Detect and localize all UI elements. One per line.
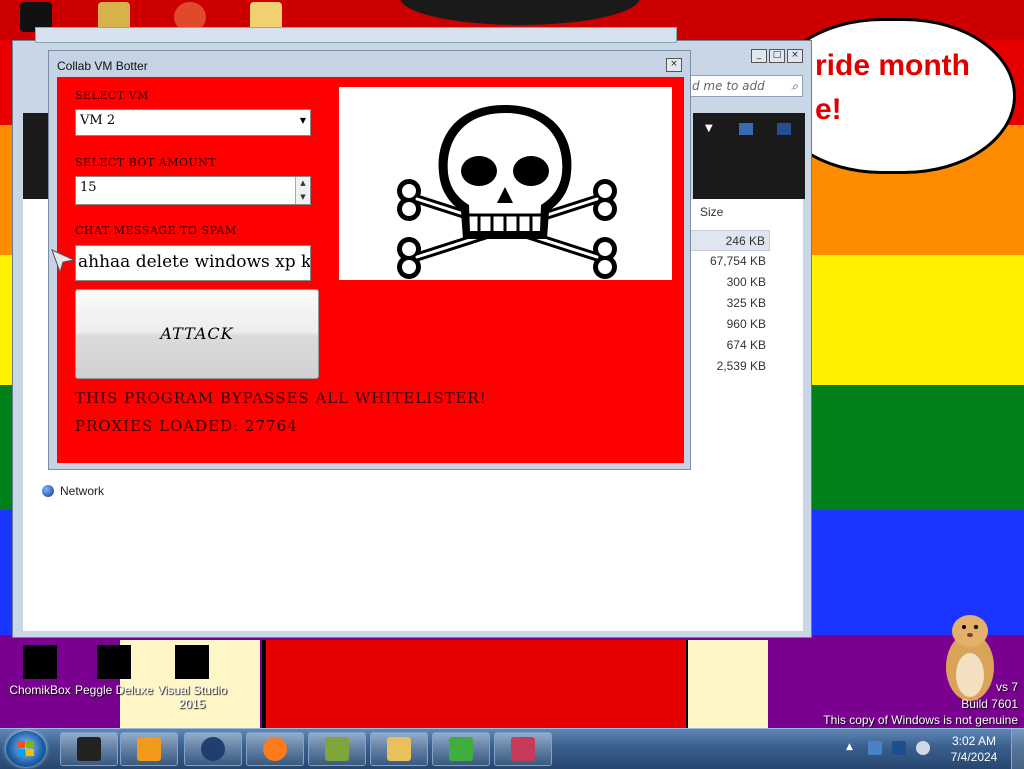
windows-flag-icon — [17, 741, 34, 756]
close-button[interactable]: × — [787, 49, 803, 63]
chomikbox-icon — [325, 737, 349, 761]
botter-window[interactable]: Collab VM Botter × SELECT VM VM 2 ▼ SELE… — [48, 50, 691, 470]
chomikbox-icon — [23, 645, 57, 679]
bot-amount-value: 15 — [80, 180, 97, 195]
tray-app-icon[interactable] — [868, 741, 882, 755]
peggle-icon — [97, 645, 131, 679]
column-header-size[interactable]: Size — [700, 205, 723, 219]
desktop-icon-chomikbox[interactable]: ChomikBox — [0, 645, 80, 697]
desktop-icon-label: Peggle Deluxe — [74, 683, 154, 697]
select-vm-label: SELECT VM — [75, 89, 149, 102]
list-item-size[interactable]: 300 KB — [690, 272, 770, 293]
search-icon[interactable]: ⌕ — [791, 79, 798, 94]
watermark-edition: vs 7 — [995, 680, 1018, 694]
visual-studio-icon — [175, 645, 209, 679]
firefox-icon — [263, 737, 287, 761]
search-placeholder: d me to add — [692, 79, 765, 93]
taskbar-button-5[interactable] — [308, 732, 366, 766]
network-tray-icon[interactable] — [892, 741, 906, 755]
taskbar-button-1[interactable] — [60, 732, 118, 766]
taskbar-button-7[interactable] — [432, 732, 490, 766]
chevron-down-icon[interactable]: ▼ — [300, 116, 306, 125]
close-button[interactable]: × — [666, 58, 682, 72]
globe-icon — [201, 737, 225, 761]
taskbar-button-2[interactable] — [120, 732, 178, 766]
view-icon[interactable] — [739, 123, 753, 135]
wallpaper-red-figure — [262, 640, 690, 730]
taskbar: ▲ 3:02 AM 7/4/2024 — [0, 728, 1024, 769]
preview-pane-icon[interactable] — [777, 123, 791, 135]
list-item-size[interactable]: 960 KB — [690, 314, 770, 335]
bypass-text: THIS PROGRAM BYPASSES ALL WHITELISTER! — [75, 389, 487, 407]
chat-message-input[interactable]: ahhaa delete windows xp kill — [75, 245, 311, 281]
taskbar-button-3[interactable] — [184, 732, 242, 766]
skull-image-panel — [339, 87, 672, 280]
attack-button[interactable]: ATTACK — [75, 289, 319, 379]
folder-icon — [387, 737, 411, 761]
list-item-size[interactable]: 2,539 KB — [690, 356, 770, 377]
watermark-build: Build 7601 — [961, 697, 1018, 711]
list-item-size[interactable]: 67,754 KB — [690, 251, 770, 272]
chevron-down-icon[interactable]: ▼ — [705, 123, 713, 134]
explorer-back-titlebar — [35, 27, 677, 43]
wallpaper-cream-shape-right — [688, 640, 768, 730]
checklist-icon — [449, 737, 473, 761]
clock-date: 7/4/2024 — [950, 750, 998, 764]
botter-client-area: SELECT VM VM 2 ▼ SELECT BOT AMOUNT 15 ▲ … — [57, 77, 684, 463]
vm-select[interactable]: VM 2 ▼ — [75, 109, 311, 136]
cursor-icon — [51, 249, 76, 274]
black-box-icon — [77, 737, 101, 761]
start-button[interactable] — [6, 731, 46, 767]
hamster-image — [946, 615, 994, 701]
explorer-window-controls: _ □ × — [751, 49, 803, 63]
desktop-icon-label: Visual Studio 2015 — [157, 683, 227, 711]
stepper-down-icon[interactable]: ▼ — [296, 190, 310, 204]
photo-viewer-icon — [511, 737, 535, 761]
maximize-button[interactable]: □ — [769, 49, 785, 63]
clock-time: 3:02 AM — [951, 734, 997, 748]
taskbar-clock[interactable]: 3:02 AM 7/4/2024 — [942, 733, 1006, 765]
minimize-button[interactable]: _ — [751, 49, 767, 63]
vm-select-value: VM 2 — [80, 113, 116, 128]
list-item-size[interactable]: 674 KB — [690, 335, 770, 356]
speech-bubble-text: ride month e! — [815, 49, 970, 126]
bot-amount-stepper[interactable]: 15 ▲ ▼ — [75, 176, 311, 205]
sidebar-item-network[interactable]: Network — [42, 484, 104, 498]
desktop-icon-label: ChomikBox — [9, 683, 71, 697]
show-hidden-icons-icon[interactable]: ▲ — [846, 742, 853, 752]
volume-icon[interactable] — [916, 741, 930, 755]
list-item-size[interactable]: 325 KB — [690, 293, 770, 314]
chat-message-label: CHAT MESSAGE TO SPAM — [75, 224, 237, 237]
window-title: Collab VM Botter — [57, 59, 148, 73]
list-item-size[interactable]: 246 KB — [690, 230, 770, 251]
taskbar-button-4[interactable] — [246, 732, 304, 766]
sidebar-item-label: Network — [60, 484, 105, 498]
taskbar-button-6[interactable] — [370, 732, 428, 766]
stepper-up-icon[interactable]: ▲ — [296, 177, 310, 191]
proxies-loaded-text: PROXIES LOADED: 27764 — [75, 417, 298, 435]
size-column: 246 KB 67,754 KB 300 KB 325 KB 960 KB 67… — [690, 230, 770, 377]
desktop-icon-visual-studio[interactable]: Visual Studio 2015 — [152, 645, 232, 711]
taskbar-button-8[interactable] — [494, 732, 552, 766]
network-icon — [42, 485, 54, 497]
explorer-toolbar: ▼ — [693, 113, 805, 199]
explorer-search-box[interactable]: d me to add ⌕ — [685, 75, 803, 97]
media-player-icon — [137, 737, 161, 761]
bot-amount-label: SELECT BOT AMOUNT — [75, 156, 217, 169]
watermark-genuine: This copy of Windows is not genuine — [823, 713, 1018, 727]
desktop-icon-peggle[interactable]: Peggle Deluxe — [74, 645, 154, 697]
show-desktop-button[interactable] — [1011, 729, 1024, 769]
stepper-buttons: ▲ ▼ — [295, 177, 310, 204]
skull-crossbones-icon — [397, 105, 617, 279]
